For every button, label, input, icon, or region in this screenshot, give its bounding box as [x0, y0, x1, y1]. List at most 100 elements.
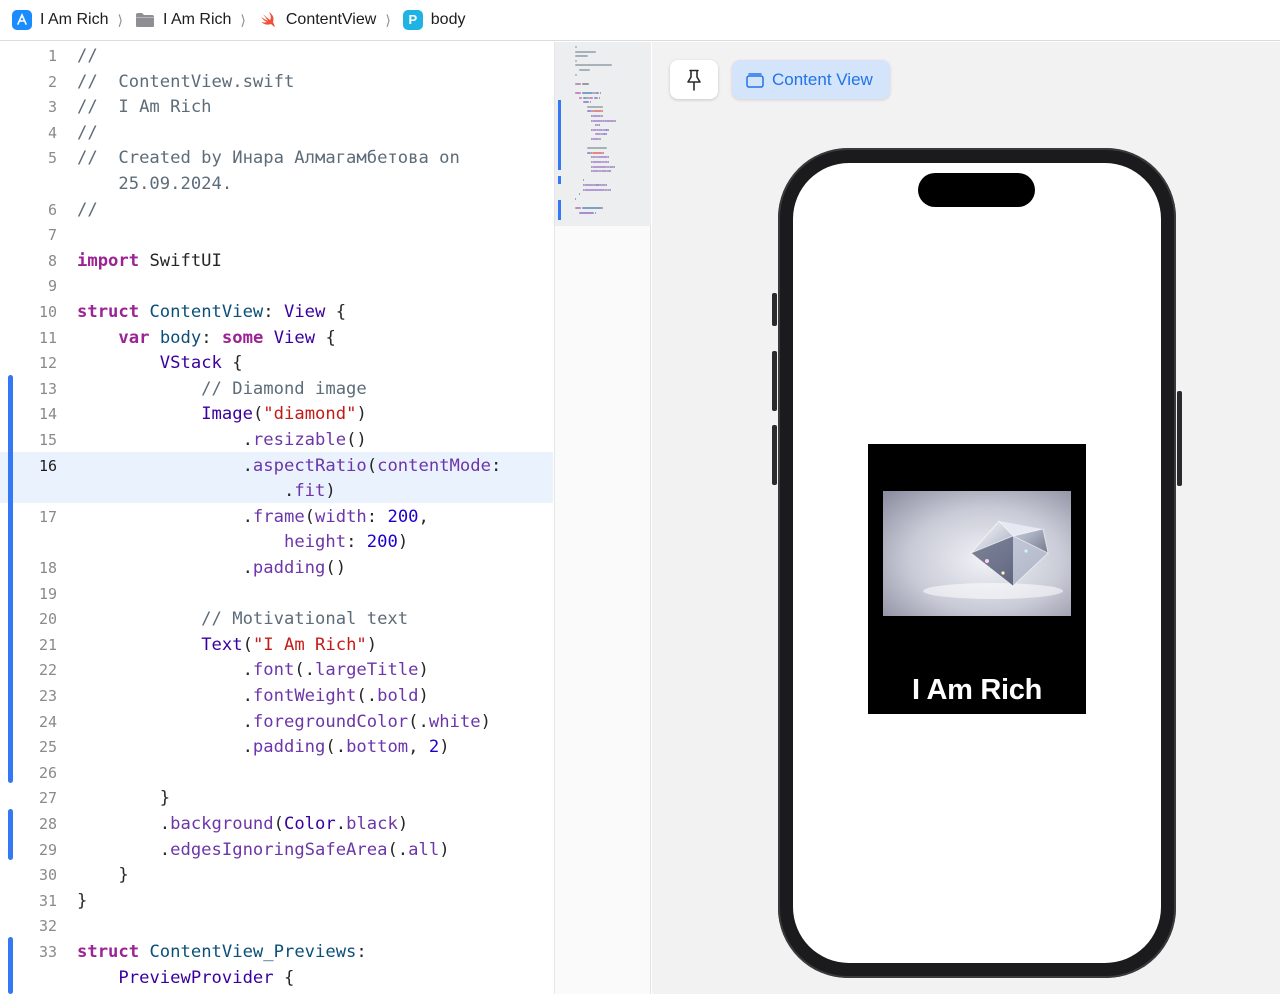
- code-token: struct: [77, 302, 140, 322]
- code-token: :: [356, 942, 367, 962]
- code-line[interactable]: 6 //: [0, 198, 553, 224]
- minimap-line: [600, 92, 601, 94]
- code-text: var body: some View {: [77, 326, 336, 352]
- code-line[interactable]: 26: [0, 761, 553, 787]
- code-line[interactable]: 19: [0, 582, 553, 608]
- code-text: .fontWeight(.bold): [77, 684, 429, 710]
- line-number: 30: [38, 866, 57, 885]
- minimap-line: [575, 82, 581, 85]
- minimap[interactable]: [554, 42, 651, 994]
- code-line[interactable]: 25 .padding(.bottom, 2): [0, 735, 553, 761]
- code-text: .resizable(): [77, 428, 367, 454]
- code-editor[interactable]: 1 // 2 // ContentView.swift 3 // I Am Rich 4 //…: [0, 42, 553, 994]
- code-token: ContentView_Previews: [149, 942, 357, 962]
- code-token: :: [201, 327, 222, 348]
- code-line[interactable]: 11 var body: some View {: [0, 326, 553, 352]
- code-line[interactable]: 9: [0, 274, 553, 300]
- minimap-line: [603, 151, 604, 154]
- code-line[interactable]: 29 .edgesIgnoringSafeArea(.all): [0, 838, 553, 864]
- code-line[interactable]: 12 VStack {: [0, 351, 553, 377]
- code-line[interactable]: 5 // Created by Инара Алмагамбетова on: [0, 146, 553, 172]
- minimap-line: [592, 151, 603, 154]
- device-screen[interactable]: I Am Rich: [793, 163, 1161, 963]
- code-token: foregroundColor: [252, 711, 409, 732]
- code-line[interactable]: 20 // Motivational text: [0, 607, 553, 633]
- code-text: .padding(): [77, 556, 347, 582]
- code-token: padding: [252, 558, 326, 578]
- minimap-line: [592, 161, 602, 163]
- preview-variant-button[interactable]: Content View: [732, 60, 890, 99]
- breadcrumb-item-symbol[interactable]: P body: [402, 10, 465, 30]
- diamond-image: [883, 491, 1071, 616]
- code-line[interactable]: 23 .fontWeight(.bold): [0, 684, 553, 710]
- code-line[interactable]: 16 .aspectRatio(contentMode:: [0, 454, 553, 480]
- code-token: {: [325, 302, 347, 322]
- code-line[interactable]: 7: [0, 223, 553, 249]
- code-line[interactable]: 27 }: [0, 786, 553, 812]
- preview-variant-icon: [746, 72, 764, 88]
- code-token: bottom: [346, 737, 409, 758]
- minimap-line: [583, 101, 589, 104]
- minimap-line: [614, 165, 615, 168]
- code-line[interactable]: 2 // ContentView.swift: [0, 70, 553, 96]
- code-line[interactable]: .fit): [0, 479, 553, 505]
- code-token: fit: [294, 481, 326, 502]
- code-line[interactable]: 17 .frame(width: 200,: [0, 505, 553, 531]
- code-line[interactable]: 10 struct ContentView: View {: [0, 300, 553, 326]
- code-token: // Created by Инара Алмагамбетова on: [77, 148, 460, 169]
- line-number: 21: [38, 635, 57, 654]
- code-line[interactable]: 14 Image("diamond"): [0, 402, 553, 428]
- line-number: 12: [38, 354, 57, 373]
- code-token: ): [439, 839, 450, 860]
- code-token: {: [315, 327, 336, 348]
- app-icon: [12, 10, 32, 30]
- minimap-line: [592, 165, 607, 168]
- code-line[interactable]: 8 import SwiftUI: [0, 249, 553, 275]
- code-line[interactable]: height: 200): [0, 530, 553, 556]
- code-line[interactable]: 21 Text("I Am Rich"): [0, 633, 553, 659]
- code-line[interactable]: 15 .resizable(): [0, 428, 553, 454]
- code-line[interactable]: 30 }: [0, 863, 553, 889]
- code-token: // Diamond image: [77, 378, 367, 399]
- code-line[interactable]: 1 //: [0, 44, 553, 70]
- code-line[interactable]: 18 .padding(): [0, 556, 553, 582]
- code-token: frame: [252, 506, 305, 527]
- breadcrumb-item-file[interactable]: ContentView: [258, 10, 376, 30]
- code-token: fontWeight: [252, 686, 357, 706]
- breadcrumb-item-project[interactable]: I Am Rich: [12, 10, 108, 30]
- code-line[interactable]: 33 struct ContentView_Previews:: [0, 940, 553, 966]
- code-text: height: 200): [77, 530, 408, 556]
- code-text: 25.09.2024.: [77, 172, 232, 198]
- code-token: .: [77, 711, 253, 732]
- code-text: struct ContentView_Previews:: [77, 940, 367, 966]
- breadcrumb-item-group[interactable]: I Am Rich: [135, 11, 231, 29]
- code-line[interactable]: 24 .foregroundColor(.white): [0, 710, 553, 736]
- code-line[interactable]: PreviewProvider {: [0, 966, 553, 992]
- code-text: .foregroundColor(.white): [77, 710, 491, 736]
- minimap-line: [604, 119, 615, 122]
- line-number: 10: [38, 303, 57, 321]
- code-token: import: [77, 250, 140, 271]
- code-token: (.: [408, 711, 429, 732]
- code-line[interactable]: 28 .background(Color.black): [0, 812, 553, 838]
- code-line[interactable]: 25.09.2024.: [0, 172, 553, 198]
- code-line[interactable]: 4 //: [0, 121, 553, 147]
- code-token: :: [490, 455, 502, 476]
- code-text: }: [77, 889, 87, 915]
- pin-preview-button[interactable]: [670, 60, 718, 99]
- minimap-line: [575, 50, 596, 53]
- code-token: bold: [377, 686, 419, 706]
- code-line[interactable]: 31}: [0, 889, 553, 915]
- code-line[interactable]: 22 .font(.largeTitle): [0, 658, 553, 684]
- preview-canvas: Content View I Am Rich: [652, 42, 1280, 994]
- code-line[interactable]: 3 // I Am Rich: [0, 95, 553, 121]
- code-text: .frame(width: 200,: [77, 505, 429, 531]
- code-token: View: [273, 327, 316, 348]
- minimap-line: [575, 92, 581, 94]
- line-number: 27: [38, 789, 57, 808]
- code-line[interactable]: 32: [0, 914, 553, 940]
- code-token: // ContentView.swift: [77, 71, 295, 92]
- code-line[interactable]: 13 // Diamond image: [0, 377, 553, 403]
- code-token: struct: [77, 942, 140, 962]
